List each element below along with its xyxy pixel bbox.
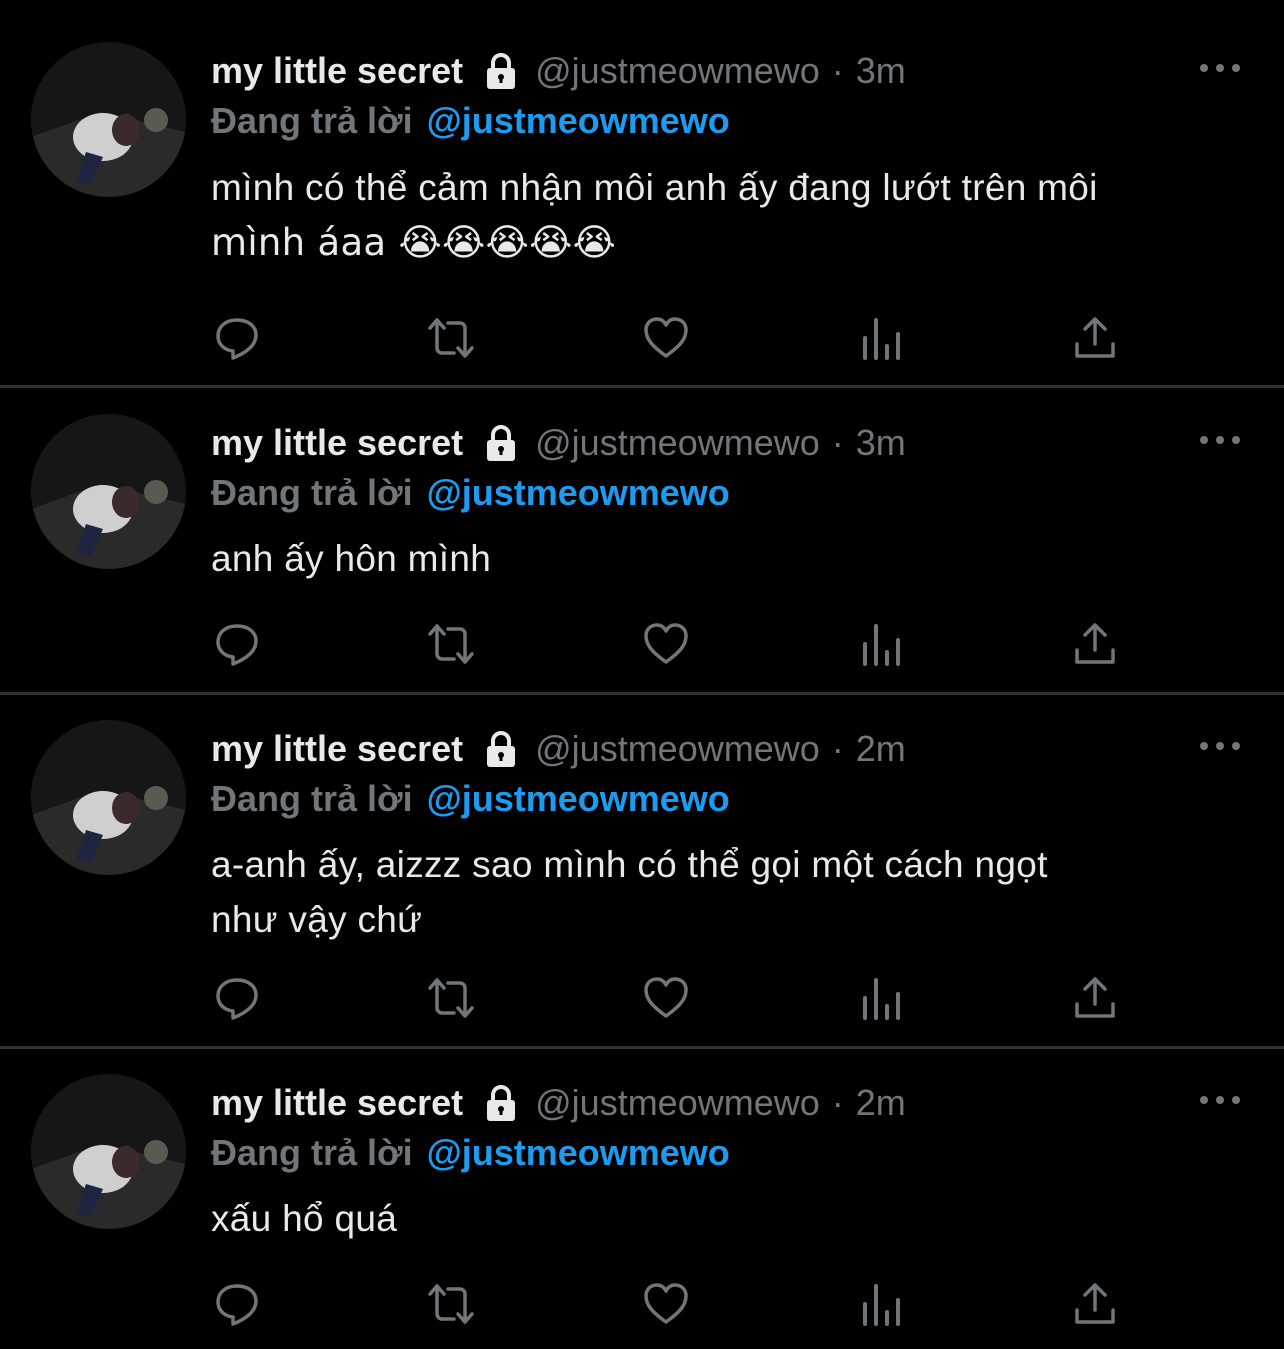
tweet-text: mình có thể cảm nhận môi anh ấy đang lướ…	[211, 160, 1232, 270]
display-name[interactable]: my little secret	[211, 724, 463, 774]
like-icon[interactable]	[640, 973, 692, 1023]
display-name[interactable]: my little secret	[211, 418, 463, 468]
more-icon[interactable]	[1200, 430, 1240, 450]
user-handle[interactable]: @justmeowmewo	[535, 724, 820, 774]
user-handle[interactable]: @justmeowmewo	[535, 418, 820, 468]
lock-icon	[487, 425, 516, 461]
display-name[interactable]: my little secret	[211, 1078, 463, 1128]
tweet[interactable]: my little secret @justmeowmewo · 3m Đang…	[0, 0, 1284, 388]
action-bar	[211, 619, 1115, 669]
separator-dot: ·	[831, 50, 844, 91]
user-handle[interactable]: @justmeowmewo	[535, 46, 820, 96]
lock-icon	[487, 731, 516, 767]
like-icon[interactable]	[640, 313, 692, 363]
tweet[interactable]: my little secret @justmeowmewo · 3m Đang…	[0, 388, 1284, 695]
tweet-text: anh ấy hôn mình	[211, 531, 1232, 586]
replying-to-handle[interactable]: @justmeowmewo	[427, 778, 730, 819]
tweet-feed: my little secret @justmeowmewo · 3m Đang…	[0, 0, 1284, 1349]
replying-to-handle[interactable]: @justmeowmewo	[427, 100, 730, 141]
replying-to: Đang trả lời @justmeowmewo	[211, 96, 730, 146]
replying-to: Đang trả lời @justmeowmewo	[211, 468, 730, 518]
timestamp[interactable]: 2m	[856, 1078, 906, 1128]
separator-dot: ·	[831, 422, 844, 463]
views-icon[interactable]	[855, 313, 907, 363]
timestamp[interactable]: 3m	[856, 46, 906, 96]
replying-to-label: Đang trả lời	[211, 100, 413, 141]
tweet[interactable]: my little secret @justmeowmewo · 2m Đang…	[0, 1049, 1284, 1349]
share-icon[interactable]	[1069, 313, 1121, 363]
replying-to-label: Đang trả lời	[211, 472, 413, 513]
retweet-icon[interactable]	[425, 313, 477, 363]
reply-icon[interactable]	[211, 619, 263, 669]
avatar[interactable]	[31, 1074, 186, 1229]
replying-to: Đang trả lời @justmeowmewo	[211, 1128, 730, 1178]
share-icon[interactable]	[1069, 973, 1121, 1023]
views-icon[interactable]	[855, 973, 907, 1023]
lock-icon	[487, 53, 516, 89]
tweet-text-line: a-anh ấy, aizzz sao mình có thể gọi một …	[211, 844, 1048, 885]
tweet-text-line: xấu hổ quá	[211, 1198, 398, 1239]
action-bar	[211, 313, 1115, 363]
timestamp[interactable]: 3m	[856, 418, 906, 468]
separator-dot: ·	[831, 728, 844, 769]
separator-dot: ·	[831, 1082, 844, 1123]
action-bar	[211, 973, 1115, 1023]
share-icon[interactable]	[1069, 619, 1121, 669]
replying-to: Đang trả lời @justmeowmewo	[211, 774, 730, 824]
reply-icon[interactable]	[211, 973, 263, 1023]
tweet-text-line: anh ấy hôn mình	[211, 538, 492, 579]
like-icon[interactable]	[640, 1279, 692, 1329]
more-icon[interactable]	[1200, 58, 1240, 78]
share-icon[interactable]	[1069, 1279, 1121, 1329]
replying-to-label: Đang trả lời	[211, 778, 413, 819]
reply-icon[interactable]	[211, 1279, 263, 1329]
tweet-text-line: mình áaa 😭😭😭😭😭	[211, 221, 617, 264]
tweet-text-line: như vậy chứ	[211, 899, 423, 940]
tweet-text-line: mình có thể cảm nhận môi anh ấy đang lướ…	[211, 167, 1098, 208]
retweet-icon[interactable]	[425, 973, 477, 1023]
replying-to-label: Đang trả lời	[211, 1132, 413, 1173]
retweet-icon[interactable]	[425, 619, 477, 669]
like-icon[interactable]	[640, 619, 692, 669]
reply-icon[interactable]	[211, 313, 263, 363]
action-bar	[211, 1279, 1115, 1329]
timestamp[interactable]: 2m	[856, 724, 906, 774]
lock-icon	[487, 1085, 516, 1121]
user-handle[interactable]: @justmeowmewo	[535, 1078, 820, 1128]
avatar[interactable]	[31, 42, 186, 197]
tweet[interactable]: my little secret @justmeowmewo · 2m Đang…	[0, 695, 1284, 1049]
tweet-text: xấu hổ quá	[211, 1191, 1232, 1246]
tweet-text: a-anh ấy, aizzz sao mình có thể gọi một …	[211, 837, 1232, 947]
display-name[interactable]: my little secret	[211, 46, 463, 96]
more-icon[interactable]	[1200, 736, 1240, 756]
views-icon[interactable]	[855, 1279, 907, 1329]
replying-to-handle[interactable]: @justmeowmewo	[427, 472, 730, 513]
avatar[interactable]	[31, 720, 186, 875]
retweet-icon[interactable]	[425, 1279, 477, 1329]
avatar[interactable]	[31, 414, 186, 569]
views-icon[interactable]	[855, 619, 907, 669]
replying-to-handle[interactable]: @justmeowmewo	[427, 1132, 730, 1173]
more-icon[interactable]	[1200, 1090, 1240, 1110]
